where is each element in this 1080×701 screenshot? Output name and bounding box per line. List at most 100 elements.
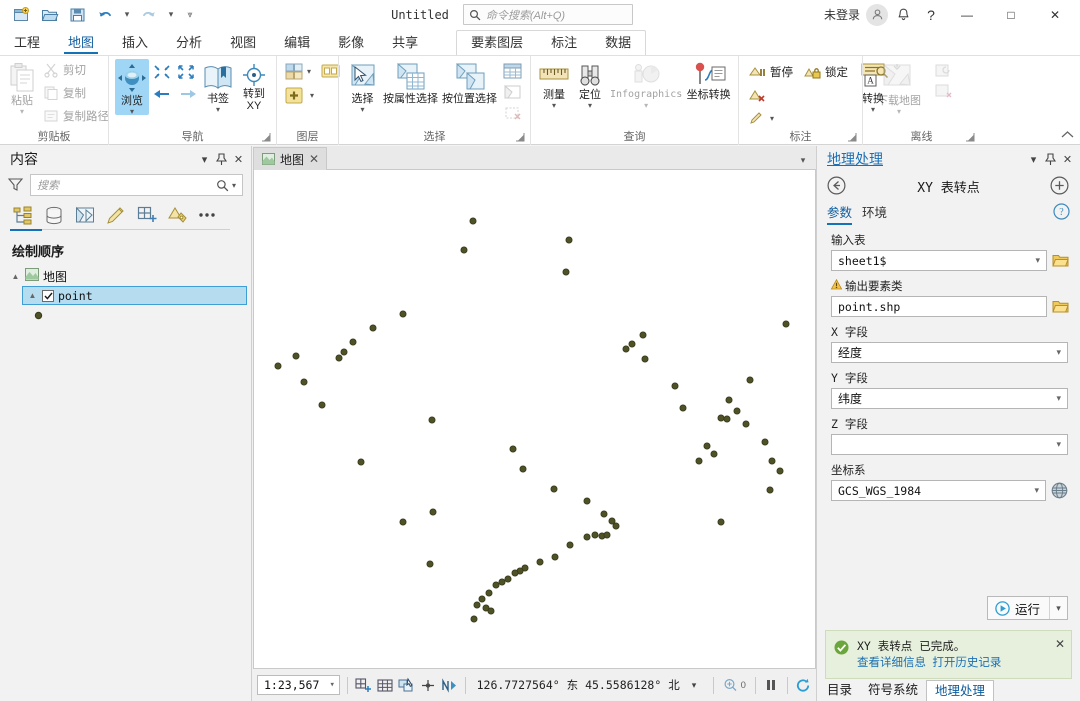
expand-point-layer-icon[interactable]: ▲ xyxy=(27,291,38,300)
bottom-tab-catalog[interactable]: 目录 xyxy=(819,680,860,701)
toc-row-map[interactable]: ▲ 地图 xyxy=(0,266,251,286)
map-point-feature[interactable] xyxy=(717,518,725,526)
ribbon-tab-analysis[interactable]: 分析 xyxy=(162,30,216,55)
map-point-feature[interactable] xyxy=(357,458,365,466)
paste-button[interactable]: 粘贴 ▾ xyxy=(6,59,38,116)
z-field-combobox[interactable]: ▾ xyxy=(831,434,1068,455)
map-point-feature[interactable] xyxy=(733,407,741,415)
label-style-button[interactable]: ▾ xyxy=(745,107,797,129)
tab-environments[interactable]: 环境 xyxy=(862,202,887,225)
map-point-feature[interactable] xyxy=(600,510,608,518)
more-options-icon[interactable] xyxy=(196,203,218,227)
paste-dropdown-icon[interactable]: ▾ xyxy=(20,108,24,116)
locate-dropdown-icon[interactable]: ▾ xyxy=(588,102,592,110)
map-point-feature[interactable] xyxy=(562,268,570,276)
coordinate-system-dropdown-icon[interactable]: ▾ xyxy=(1030,485,1043,496)
coordinate-system-combobox[interactable]: GCS_WGS_1984 ▾ xyxy=(831,480,1046,501)
contents-search-dropdown-icon[interactable]: ▾ xyxy=(229,181,239,190)
redo-dropdown-icon[interactable]: ▾ xyxy=(164,3,178,27)
map-canvas[interactable] xyxy=(253,170,816,669)
label-style-dropdown-icon[interactable]: ▾ xyxy=(770,114,774,123)
bookmarks-dropdown-icon[interactable]: ▾ xyxy=(216,106,220,114)
map-point-feature[interactable] xyxy=(768,457,776,465)
status-message-close-icon[interactable]: ✕ xyxy=(1055,638,1065,650)
undo-icon[interactable] xyxy=(92,3,118,27)
clear-selection-icon[interactable] xyxy=(500,103,524,123)
crosshair-icon[interactable] xyxy=(419,675,436,696)
map-point-feature[interactable] xyxy=(274,362,282,370)
redo-icon[interactable] xyxy=(136,3,162,27)
command-search-input[interactable]: 命令搜索(Alt+Q) xyxy=(462,4,633,25)
select-button[interactable]: 选择 ▾ xyxy=(345,59,380,114)
open-project-icon[interactable] xyxy=(36,3,62,27)
ribbon-tab-imagery[interactable]: 影像 xyxy=(324,30,378,55)
select-dropdown-icon[interactable]: ▾ xyxy=(360,106,364,114)
input-table-combobox[interactable]: sheet1$ ▾ xyxy=(831,250,1047,271)
map-point-feature[interactable] xyxy=(292,352,300,360)
map-point-feature[interactable] xyxy=(498,578,506,586)
maximize-button[interactable]: □ xyxy=(990,0,1032,29)
map-point-feature[interactable] xyxy=(487,607,495,615)
go-to-xy-button[interactable]: 转到 XY xyxy=(238,59,270,112)
select-by-attributes-button[interactable]: 按属性选择 xyxy=(382,59,439,105)
list-by-selection-icon[interactable] xyxy=(72,203,98,227)
copy-path-button[interactable]: 复制路径 xyxy=(39,105,113,127)
add-data-icon[interactable] xyxy=(283,84,307,106)
map-point-feature[interactable] xyxy=(369,324,377,332)
map-point-feature[interactable] xyxy=(766,486,774,494)
map-point-feature[interactable] xyxy=(428,416,436,424)
z-field-dropdown-icon[interactable]: ▾ xyxy=(1052,439,1065,450)
toc-row-point-layer[interactable]: ▲ point xyxy=(22,286,247,305)
list-by-labeling-icon[interactable] xyxy=(165,203,191,227)
offline-group-launcher[interactable] xyxy=(965,132,976,143)
fixed-zoom-out-icon[interactable] xyxy=(176,63,196,81)
sync-offline-map-icon[interactable] xyxy=(933,62,955,81)
coordinate-conversion-button[interactable]: 坐标转换 xyxy=(685,59,732,101)
ribbon-tab-view[interactable]: 视图 xyxy=(216,30,270,55)
run-button-main[interactable]: 运行 xyxy=(988,597,1049,619)
fixed-zoom-in-icon[interactable] xyxy=(152,63,172,81)
map-point-feature[interactable] xyxy=(550,485,558,493)
map-point-feature[interactable] xyxy=(492,581,500,589)
map-point-feature[interactable] xyxy=(566,541,574,549)
map-point-feature[interactable] xyxy=(473,601,481,609)
ribbon-tab-project[interactable]: 工程 xyxy=(0,30,54,55)
undo-dropdown-icon[interactable]: ▾ xyxy=(120,3,134,27)
bottom-tab-geoprocessing[interactable]: 地理处理 xyxy=(926,680,995,701)
map-point-feature[interactable] xyxy=(671,382,679,390)
map-point-feature[interactable] xyxy=(717,414,725,422)
ribbon-tab-edit[interactable]: 编辑 xyxy=(270,30,324,55)
map-point-feature[interactable] xyxy=(612,522,620,530)
cut-button[interactable]: 剪切 xyxy=(39,59,113,81)
geoprocessing-pin-icon[interactable] xyxy=(1042,149,1059,169)
map-point-feature[interactable] xyxy=(519,465,527,473)
map-point-feature[interactable] xyxy=(641,355,649,363)
map-point-feature[interactable] xyxy=(460,246,468,254)
run-button[interactable]: 运行 ▾ xyxy=(986,596,1068,620)
map-point-feature[interactable] xyxy=(340,348,348,356)
ribbon-tab-data[interactable]: 数据 xyxy=(591,30,645,55)
map-point-feature[interactable] xyxy=(551,553,559,561)
view-details-link[interactable]: 查看详细信息 xyxy=(857,657,926,669)
help-icon[interactable]: ? xyxy=(918,3,944,27)
map-point-feature[interactable] xyxy=(603,531,611,539)
x-field-dropdown-icon[interactable]: ▾ xyxy=(1052,347,1065,358)
input-table-browse-icon[interactable] xyxy=(1052,253,1069,268)
ribbon-tab-labeling[interactable]: 标注 xyxy=(537,30,591,55)
map-point-feature[interactable] xyxy=(742,420,750,428)
selection-tools-icon[interactable] xyxy=(398,675,415,696)
y-field-combobox[interactable]: 纬度 ▾ xyxy=(831,388,1068,409)
explore-dropdown-icon[interactable]: ▾ xyxy=(130,108,134,116)
input-table-dropdown-icon[interactable]: ▾ xyxy=(1031,255,1044,266)
map-point-feature[interactable] xyxy=(429,508,437,516)
geoprocessing-menu-icon[interactable]: ▾ xyxy=(1025,149,1042,169)
pause-drawing-icon[interactable] xyxy=(762,675,779,696)
save-project-icon[interactable] xyxy=(64,3,90,27)
bookmarks-button[interactable]: 书签 ▾ xyxy=(201,59,235,114)
map-point-feature[interactable] xyxy=(583,533,591,541)
close-button[interactable]: ✕ xyxy=(1034,0,1076,29)
back-icon[interactable] xyxy=(827,176,847,196)
map-point-feature[interactable] xyxy=(776,467,784,475)
explore-button[interactable]: 浏览 ▾ xyxy=(115,59,149,116)
map-point-feature[interactable] xyxy=(591,531,599,539)
